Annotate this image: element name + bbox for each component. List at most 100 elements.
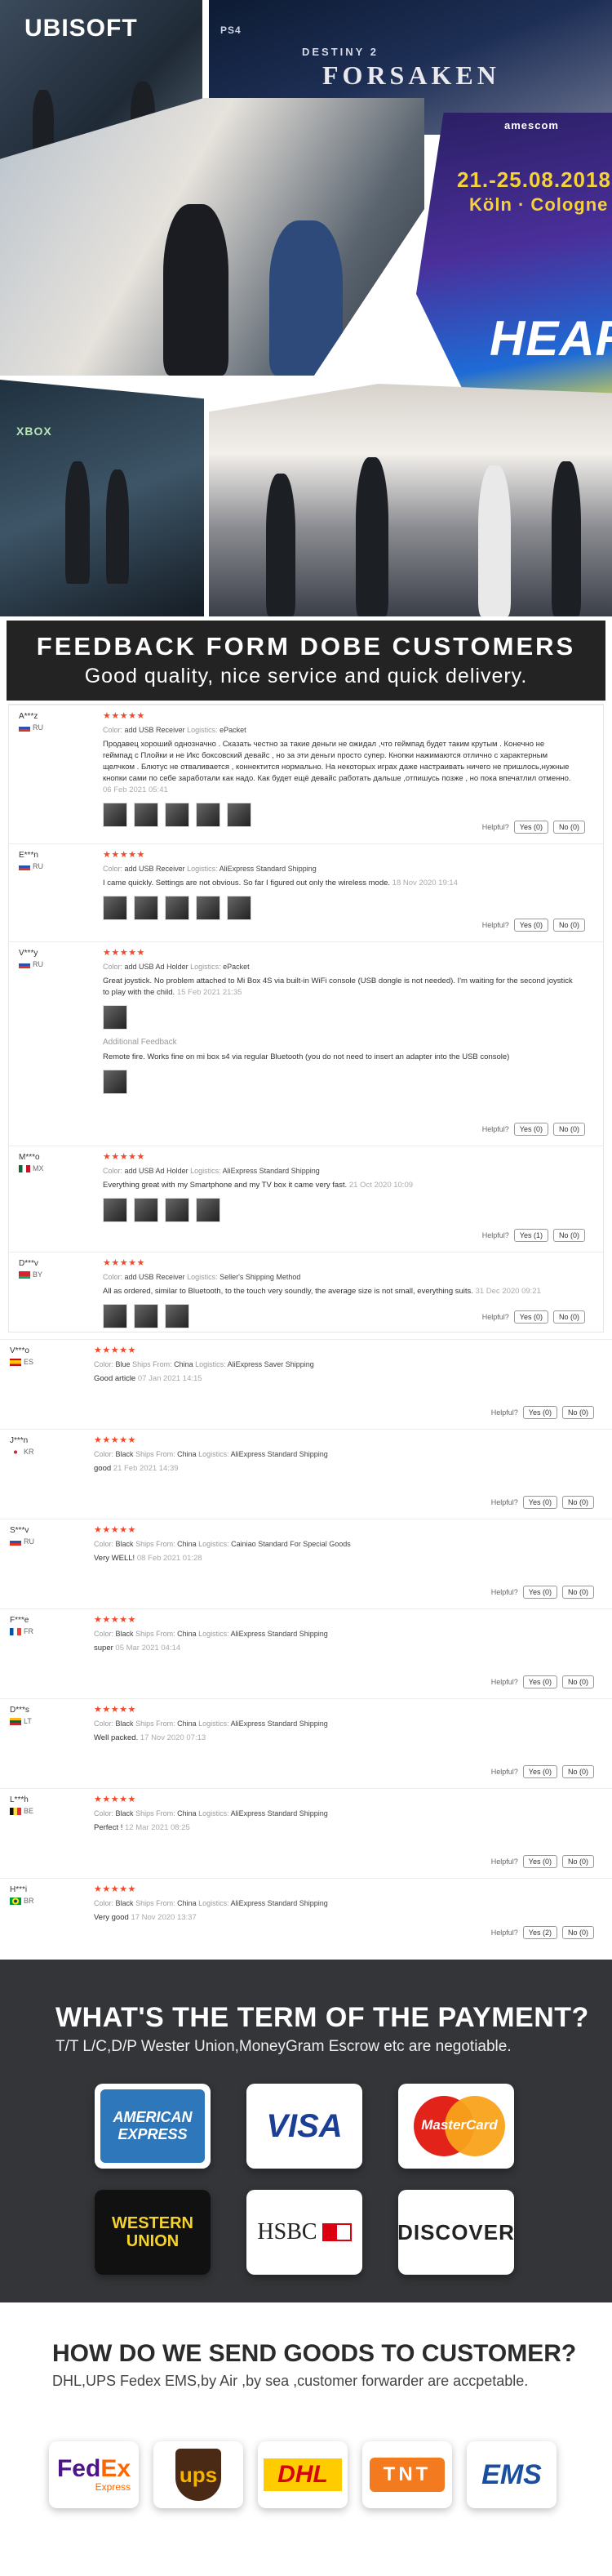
helpful-controls: Helpful? Yes (0) No (0): [491, 1765, 594, 1778]
review-photo-thumbnail[interactable]: [227, 803, 251, 827]
review-photo-thumbnail[interactable]: [134, 1304, 158, 1328]
color-value: Black: [115, 1450, 134, 1458]
reviewer-name: D***v: [19, 1259, 38, 1268]
helpful-no-button[interactable]: No (0): [561, 1586, 594, 1599]
reviewer-name: E***n: [19, 851, 38, 860]
review-photo-thumbnail[interactable]: [103, 1304, 127, 1328]
helpful-yes-button[interactable]: Yes (2): [522, 1926, 557, 1939]
gamescom-sign: amescom: [504, 119, 559, 131]
review-photo-thumbnail[interactable]: [103, 803, 127, 827]
review-photo-thumbnail[interactable]: [196, 896, 220, 920]
review-photo-thumbnail[interactable]: [134, 803, 158, 827]
helpful-yes-button[interactable]: Yes (0): [522, 1765, 557, 1778]
helpful-no-button[interactable]: No (0): [552, 1310, 585, 1324]
helpful-yes-button[interactable]: Yes (0): [522, 1586, 557, 1599]
review-date: 21 Feb 2021 14:39: [113, 1464, 179, 1473]
helpful-yes-button[interactable]: Yes (0): [513, 1123, 548, 1136]
helpful-yes-button[interactable]: Yes (0): [522, 1855, 557, 1868]
ships-from-label: Ships From:: [135, 1720, 175, 1728]
helpful-label: Helpful?: [481, 823, 509, 831]
helpful-no-button[interactable]: No (0): [561, 1496, 594, 1509]
helpful-yes-button[interactable]: Yes (0): [513, 821, 548, 834]
helpful-yes-button[interactable]: Yes (0): [513, 1310, 548, 1324]
helpful-no-button[interactable]: No (0): [552, 821, 585, 834]
feedback-subtitle: Good quality, nice service and quick del…: [84, 665, 528, 687]
review-photo-thumbnail[interactable]: [103, 896, 127, 920]
reviewer-name: L***h: [10, 1795, 29, 1804]
review-photo-thumbnail[interactable]: [134, 896, 158, 920]
review-photo-thumbnail[interactable]: [196, 803, 220, 827]
review-text-content: Продавец хороший однозначно . Сказать че…: [103, 740, 571, 783]
reviewer-country: RU: [19, 960, 43, 968]
review-photo-thumbnail[interactable]: [227, 896, 251, 920]
country-flag-icon: [10, 1537, 21, 1546]
review-date: 21 Oct 2020 10:09: [348, 1181, 414, 1190]
helpful-yes-button[interactable]: Yes (1): [513, 1229, 548, 1242]
ubisoft-sign: UBISOFT: [24, 15, 138, 42]
logistics-value: Cainiao Standard For Special Goods: [231, 1540, 351, 1548]
review-photo-thumbnail[interactable]: [165, 803, 189, 827]
photo-expo-crowd: [209, 384, 612, 616]
destiny-sign: DESTINY 2: [302, 46, 379, 58]
helpful-yes-button[interactable]: Yes (0): [522, 1496, 557, 1509]
amex-text-2: EXPRESS: [118, 2126, 188, 2142]
expo-date: 21.-25.08.2018: [457, 167, 611, 192]
ships-from-label: Ships From:: [135, 1540, 175, 1548]
review-photo-thumbnail[interactable]: [103, 1070, 127, 1094]
country-code: BR: [24, 1897, 34, 1905]
review-photo-thumbnail[interactable]: [103, 1005, 127, 1030]
helpful-no-button[interactable]: No (0): [561, 1406, 594, 1419]
amex-card: AMERICAN EXPRESS: [95, 2084, 211, 2169]
review-photo-thumbnail[interactable]: [103, 1198, 127, 1222]
country-code: FR: [24, 1627, 33, 1635]
logistics-label: Logistics:: [198, 1630, 229, 1638]
ups-logo: ups: [179, 2462, 218, 2487]
reviewer-name: M***o: [19, 1153, 40, 1162]
helpful-no-button[interactable]: No (0): [561, 1855, 594, 1868]
review-text: All as ordered, similar to Bluetooth, to…: [103, 1286, 576, 1297]
color-label: Color:: [94, 1809, 114, 1817]
ems-card: EMS: [467, 2441, 557, 2508]
dhl-logo: DHL: [277, 2461, 328, 2488]
ships-from-label: Ships From:: [135, 1809, 175, 1817]
color-label: Color:: [103, 963, 123, 971]
review-photo-thumbnail[interactable]: [196, 1198, 220, 1222]
helpful-yes-button[interactable]: Yes (0): [522, 1406, 557, 1419]
additional-feedback-label: Additional Feedback: [103, 1038, 177, 1047]
logistics-label: Logistics:: [190, 1167, 221, 1175]
country-code: BY: [33, 1270, 43, 1279]
helpful-no-button[interactable]: No (0): [552, 1123, 585, 1136]
ships-from-value: China: [177, 1630, 197, 1638]
ships-from-label: Ships From:: [135, 1450, 175, 1458]
logistics-label: Logistics:: [198, 1899, 229, 1907]
country-code: RU: [33, 723, 43, 732]
review-date: 17 Nov 2020 13:37: [131, 1913, 197, 1922]
discover-logo: DISCOVER: [397, 2219, 515, 2245]
helpful-no-button[interactable]: No (0): [561, 1926, 594, 1939]
review-photo-thumbnail[interactable]: [165, 1304, 189, 1328]
review-row: D***s LT ★★★★★ Color: Black Ships From: Chi…: [0, 1698, 612, 1788]
review-photo-thumbnail[interactable]: [134, 1198, 158, 1222]
helpful-no-button[interactable]: No (0): [561, 1765, 594, 1778]
logistics-value: AliExpress Standard Shipping: [230, 1630, 328, 1638]
review-photo-thumbnail[interactable]: [165, 1198, 189, 1222]
color-label: Color:: [94, 1540, 114, 1548]
review-date: 12 Mar 2021 08:25: [125, 1823, 190, 1832]
review-body: ★★★★★ Color: Black Ships From: China Logi…: [94, 1884, 583, 1924]
helpful-yes-button[interactable]: Yes (0): [522, 1675, 557, 1688]
reviewer-name: F***e: [10, 1616, 29, 1625]
helpful-yes-button[interactable]: Yes (0): [513, 919, 548, 932]
helpful-no-button[interactable]: No (0): [561, 1675, 594, 1688]
country-code: MX: [33, 1164, 44, 1172]
rating-stars-icon: ★★★★★: [94, 1795, 136, 1804]
review-meta: Color: Black Ships From: China Logistics…: [94, 1630, 583, 1638]
mastercard-card: MasterCard: [398, 2084, 514, 2169]
review-row: M***o MX ★★★★★ Color: add USB Ad Holder Log…: [9, 1146, 603, 1252]
helpful-no-button[interactable]: No (0): [552, 1229, 585, 1242]
helpful-no-button[interactable]: No (0): [552, 919, 585, 932]
review-meta: Color: Black Ships From: China Logistics…: [94, 1450, 583, 1458]
review-photo-thumbnail[interactable]: [165, 896, 189, 920]
color-value: Black: [115, 1809, 134, 1817]
mastercard-logo: MasterCard: [407, 2096, 505, 2156]
ships-from-value: China: [177, 1809, 197, 1817]
